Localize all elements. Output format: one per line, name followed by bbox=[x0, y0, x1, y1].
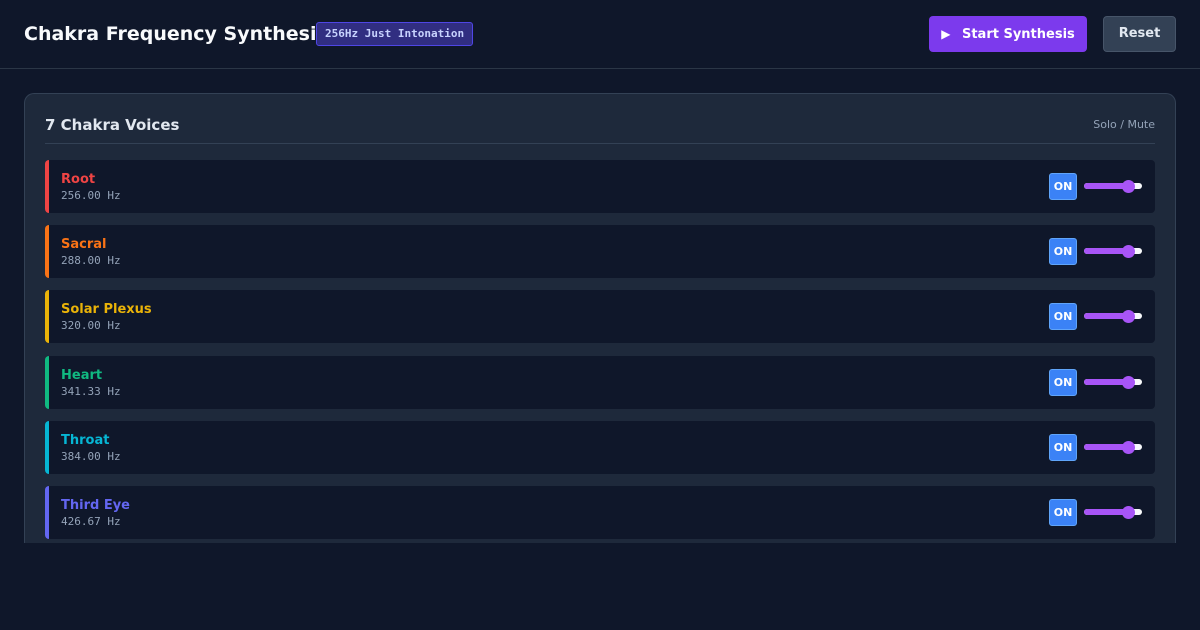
voice-toggle-button[interactable]: ON bbox=[1049, 303, 1077, 330]
start-synthesis-button[interactable]: ▶ Start Synthesis bbox=[929, 16, 1087, 52]
voice-row-third-eye: Third Eye 426.67 Hz ON bbox=[45, 486, 1155, 539]
voice-toggle-button[interactable]: ON bbox=[1049, 238, 1077, 265]
app-header: Chakra Frequency Synthesizer 256Hz Just … bbox=[0, 0, 1200, 69]
voice-name: Heart bbox=[61, 368, 103, 383]
voice-name: Solar Plexus bbox=[61, 302, 152, 317]
voice-toggle-button[interactable]: ON bbox=[1049, 173, 1077, 200]
voice-row-heart: Heart 341.33 Hz ON bbox=[45, 356, 1155, 409]
voice-row-root: Root 256.00 Hz ON bbox=[45, 160, 1155, 213]
slider-thumb[interactable] bbox=[1122, 376, 1135, 389]
voice-frequency: 426.67 Hz bbox=[61, 515, 121, 528]
slider-thumb[interactable] bbox=[1122, 506, 1135, 519]
voice-frequency: 320.00 Hz bbox=[61, 319, 121, 332]
voice-frequency: 341.33 Hz bbox=[61, 385, 121, 398]
voice-row-solar-plexus: Solar Plexus 320.00 Hz ON bbox=[45, 290, 1155, 343]
panel-title: 7 Chakra Voices bbox=[45, 116, 180, 134]
voice-frequency: 384.00 Hz bbox=[61, 450, 121, 463]
reset-button[interactable]: Reset bbox=[1103, 16, 1176, 52]
voice-name: Throat bbox=[61, 433, 110, 448]
volume-slider[interactable] bbox=[1084, 441, 1142, 454]
volume-slider[interactable] bbox=[1084, 310, 1142, 323]
start-synthesis-label: Start Synthesis bbox=[961, 27, 1075, 42]
slider-thumb[interactable] bbox=[1122, 310, 1135, 323]
voice-name: Third Eye bbox=[61, 498, 130, 513]
voice-frequency: 256.00 Hz bbox=[61, 189, 121, 202]
slider-thumb[interactable] bbox=[1122, 180, 1135, 193]
voice-toggle-button[interactable]: ON bbox=[1049, 369, 1077, 396]
volume-slider[interactable] bbox=[1084, 506, 1142, 519]
volume-slider[interactable] bbox=[1084, 376, 1142, 389]
panel-divider bbox=[45, 143, 1155, 144]
app-title: Chakra Frequency Synthesizer bbox=[24, 23, 350, 45]
voice-toggle-button[interactable]: ON bbox=[1049, 434, 1077, 461]
voice-row-sacral: Sacral 288.00 Hz ON bbox=[45, 225, 1155, 278]
voice-name: Sacral bbox=[61, 237, 107, 252]
voice-frequency: 288.00 Hz bbox=[61, 254, 121, 267]
volume-slider[interactable] bbox=[1084, 245, 1142, 258]
voice-toggle-button[interactable]: ON bbox=[1049, 499, 1077, 526]
play-icon: ▶ bbox=[941, 27, 951, 41]
solo-mute-hint: Solo / Mute bbox=[1093, 118, 1155, 131]
slider-thumb[interactable] bbox=[1122, 245, 1135, 258]
voice-row-throat: Throat 384.00 Hz ON bbox=[45, 421, 1155, 474]
slider-thumb[interactable] bbox=[1122, 441, 1135, 454]
tuning-badge: 256Hz Just Intonation bbox=[316, 22, 474, 46]
chakra-voices-panel: 7 Chakra Voices Solo / Mute Root 256.00 … bbox=[24, 93, 1176, 543]
voice-name: Root bbox=[61, 172, 96, 187]
volume-slider[interactable] bbox=[1084, 180, 1142, 193]
